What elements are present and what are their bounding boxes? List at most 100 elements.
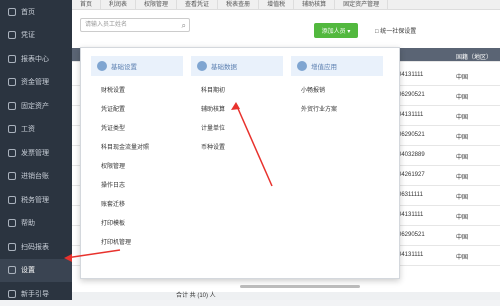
country-cell: 中国 [456,135,469,141]
popup-menu-item[interactable]: 科目期初 [187,82,287,101]
tax-id-cell: 06290521 [398,232,425,238]
sidebar-item-label: 设置 [21,267,35,275]
sidebar-item[interactable]: 扫码报表 [0,235,72,259]
home-icon [8,7,16,16]
sidebar-item-label: 发票管理 [21,149,49,157]
search-icon[interactable]: ⌕ [182,21,186,31]
sidebar-item-label: 首页 [21,8,35,16]
tax-id-cell: 04261927 [398,172,425,178]
country-cell: 中国 [456,215,469,221]
popup-column-header: 基础设置 [91,56,183,76]
popup-menu-item[interactable]: 操作日志 [87,177,187,196]
country-cell: 中国 [456,95,469,101]
sidebar-item-label: 报表中心 [21,55,49,63]
tab[interactable]: 增值税 [259,0,295,9]
settings-icon [8,266,16,275]
popup-menu-item[interactable]: 外贸行业方案 [287,101,387,120]
sidebar-item[interactable]: 报表中心 [0,47,72,71]
voucher-icon [8,31,16,40]
sidebar: 首页凭证报表中心资金管理固定资产工资发票管理进销台账税务管理帮助扫码报表设置新手… [0,0,72,300]
settings-popup-menu: 基础设置财税设置 凭证配置 凭证类型 科目现金流量对照 权限管理 操作日志 账套迁移 打印模板… [80,47,400,279]
add-person-button[interactable]: 添加人员 ▾ [314,23,358,38]
country-cell: 中国 [456,255,469,261]
sidebar-item[interactable]: 税务管理 [0,188,72,212]
sidebar-item-label: 新手引导 [21,290,49,298]
sidebar-item[interactable]: 固定资产 [0,94,72,118]
tax-id-cell: 04131111 [398,212,424,218]
tab[interactable]: 辅助核算 [294,0,336,9]
country-cell: 中国 [456,75,469,81]
fund-icon [8,78,16,87]
sidebar-item[interactable]: 发票管理 [0,141,72,165]
popup-menu-item[interactable]: 币种设置 [187,139,287,158]
sidebar-item[interactable]: 设置 [0,258,72,282]
country-cell: 中国 [456,155,469,161]
country-cell: 中国 [456,235,469,241]
tab[interactable]: 权限管理 [136,0,178,9]
country-cell: 中国 [456,115,469,121]
sidebar-item[interactable]: 新手引导 [0,282,72,306]
category-icon [197,61,207,71]
popup-menu-item[interactable]: 凭证配置 [87,101,187,120]
header-country: 国籍（地区） [456,55,493,61]
popup-menu-item[interactable]: 打印模板 [87,215,187,234]
popup-menu-item[interactable]: 科目现金流量对照 [87,139,187,158]
guide-icon [8,289,16,298]
sidebar-item[interactable]: 工资 [0,118,72,142]
search-placeholder: 请输入员工姓名 [85,22,128,28]
tab-bar: 首页 利润表 权限管理 查看凭证 税表查册 增值税 辅助核算 固定资产管理 [72,0,500,10]
sidebar-item-label: 税务管理 [21,196,49,204]
popup-column-header: 增值应用 [291,56,383,76]
popup-menu-item[interactable]: 打印机管理 [87,234,187,253]
popup-menu-item[interactable]: 计量单位 [187,120,287,139]
table-footer [72,292,500,300]
sidebar-item-label: 凭证 [21,32,35,40]
category-icon [297,61,307,71]
tab[interactable]: 税表查册 [218,0,260,9]
asset-icon [8,101,16,110]
popup-menu-item[interactable]: 小畅报销 [287,82,387,101]
invoice-icon [8,148,16,157]
sidebar-item[interactable]: 资金管理 [0,71,72,95]
tax-id-cell: 06290521 [398,132,425,138]
horizontal-scrollbar[interactable] [240,285,360,288]
tab[interactable]: 利润表 [101,0,137,9]
sidebar-item[interactable]: 帮助 [0,212,72,236]
scan-icon [8,242,16,251]
popup-column-header: 基础数据 [191,56,283,76]
help-icon [8,219,16,228]
report-icon [8,54,16,63]
category-icon [97,61,107,71]
popup-menu-item[interactable]: 财税设置 [87,82,187,101]
tax-id-cell: 04032889 [398,152,425,158]
popup-column-title: 基础数据 [211,64,237,71]
popup-column: 基础设置财税设置 凭证配置 凭证类型 科目现金流量对照 权限管理 操作日志 账套迁移 打印模板… [87,48,187,253]
popup-column: 增值应用小畅报销 外贸行业方案 [287,48,387,120]
tab[interactable]: 固定资产管理 [335,0,389,9]
country-cell: 中国 [456,175,469,181]
sidebar-item[interactable]: 进销台账 [0,165,72,189]
tax-id-cell: 04131111 [398,72,424,78]
total-count: 合计 共 (10) 人 [176,293,216,299]
tax-id-cell: 06311111 [398,192,423,198]
toolbar: 请输入员工姓名 ⌕ [72,10,500,40]
sidebar-item-label: 帮助 [21,220,35,228]
social-security-settings-button[interactable]: □ 统一社保设置 [375,26,416,35]
popup-column-title: 增值应用 [311,64,337,71]
sidebar-item-label: 进销台账 [21,173,49,181]
popup-menu-item[interactable]: 辅助核算 [187,101,287,120]
sidebar-item[interactable]: 首页 [0,0,72,24]
tax-id-cell: 04131111 [398,252,424,258]
popup-menu-item[interactable]: 权限管理 [87,158,187,177]
tab[interactable]: 查看凭证 [177,0,219,9]
sidebar-item-label: 资金管理 [21,79,49,87]
popup-menu-item[interactable]: 账套迁移 [87,196,187,215]
tab[interactable]: 首页 [72,0,102,9]
sidebar-item-label: 扫码报表 [21,243,49,251]
country-cell: 中国 [456,195,469,201]
popup-menu-item[interactable]: 凭证类型 [87,120,187,139]
ledger-icon [8,172,16,181]
sidebar-item-label: 固定资产 [21,102,49,110]
search-input[interactable]: 请输入员工姓名 ⌕ [80,18,190,32]
sidebar-item[interactable]: 凭证 [0,24,72,48]
